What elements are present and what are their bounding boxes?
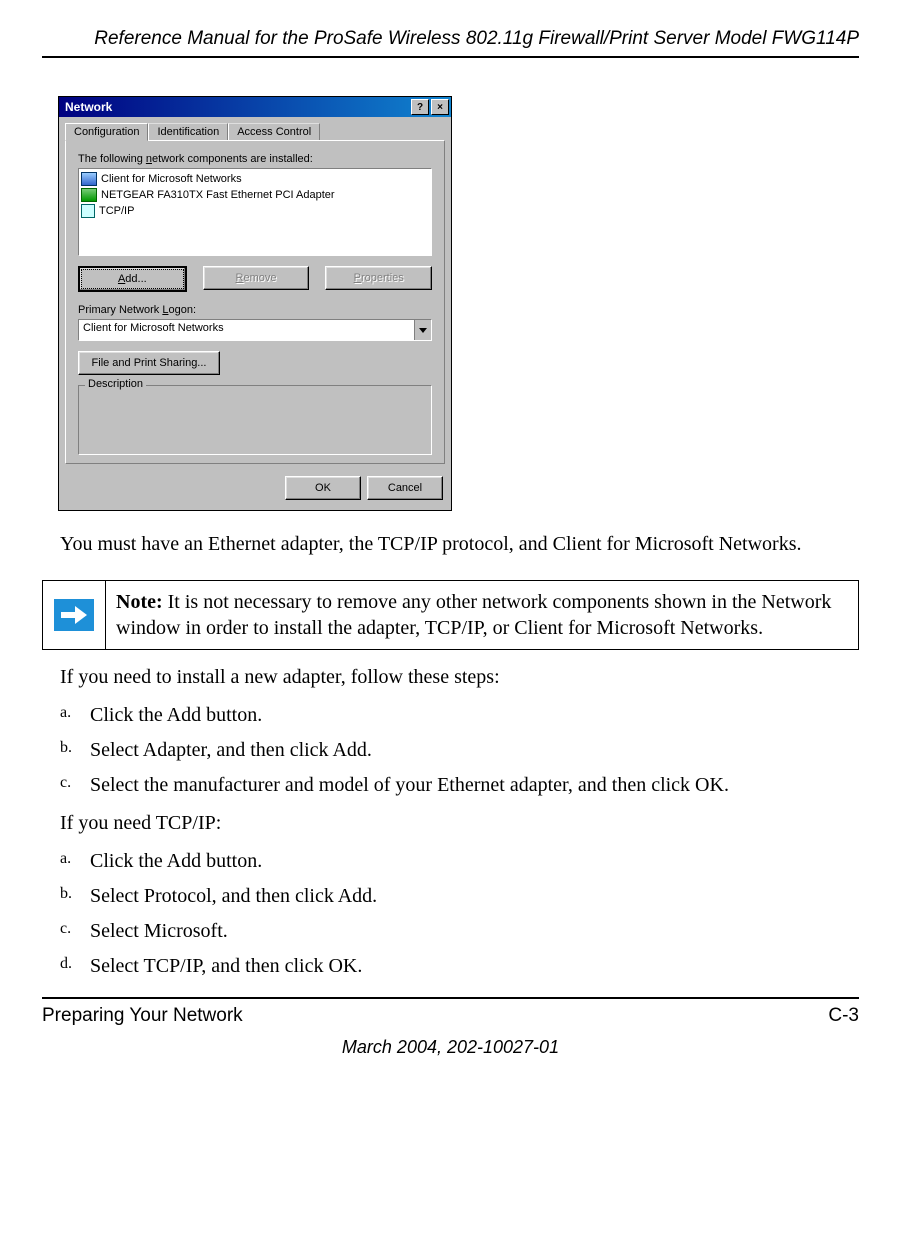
step-item: c.Select the manufacturer and model of y… bbox=[60, 771, 859, 800]
footer-section: Preparing Your Network bbox=[42, 1005, 243, 1027]
network-dialog: Network ? × Configuration Identification… bbox=[58, 96, 452, 511]
note-box: Note: It is not necessary to remove any … bbox=[42, 580, 859, 650]
paragraph-need-tcpip: If you need TCP/IP: bbox=[60, 810, 859, 837]
footer-rule bbox=[42, 997, 859, 999]
step-text: Select the manufacturer and model of you… bbox=[90, 771, 859, 800]
cancel-button[interactable]: Cancel bbox=[367, 476, 443, 500]
step-item: c.Select Microsoft. bbox=[60, 917, 859, 946]
footer-date: March 2004, 202-10027-01 bbox=[42, 1037, 859, 1058]
arrow-right-icon bbox=[54, 599, 94, 631]
step-text: Select Protocol, and then click Add. bbox=[90, 882, 859, 911]
chevron-down-icon bbox=[419, 326, 427, 334]
list-item[interactable]: NETGEAR FA310TX Fast Ethernet PCI Adapte… bbox=[81, 187, 429, 203]
tab-configuration[interactable]: Configuration bbox=[65, 123, 148, 141]
step-text: Select Microsoft. bbox=[90, 917, 859, 946]
header-rule bbox=[42, 56, 859, 58]
list-item-label: NETGEAR FA310TX Fast Ethernet PCI Adapte… bbox=[101, 189, 335, 201]
dropdown-button[interactable] bbox=[414, 320, 431, 340]
list-item[interactable]: TCP/IP bbox=[81, 203, 429, 219]
components-label: The following network components are ins… bbox=[78, 153, 432, 165]
running-header: Reference Manual for the ProSafe Wireles… bbox=[42, 28, 859, 50]
paragraph-must-have: You must have an Ethernet adapter, the T… bbox=[60, 531, 859, 558]
step-item: b.Select Adapter, and then click Add. bbox=[60, 736, 859, 765]
close-button[interactable]: × bbox=[431, 99, 449, 115]
list-item-label: Client for Microsoft Networks bbox=[101, 173, 242, 185]
file-print-sharing-button[interactable]: File and Print Sharing... bbox=[78, 351, 220, 375]
step-text: Click the Add button. bbox=[90, 847, 859, 876]
dialog-panel: The following network components are ins… bbox=[65, 140, 445, 464]
footer-page-number: C-3 bbox=[828, 1005, 859, 1027]
logon-combobox[interactable]: Client for Microsoft Networks bbox=[78, 319, 432, 341]
step-item: d.Select TCP/IP, and then click OK. bbox=[60, 952, 859, 981]
protocol-icon bbox=[81, 204, 95, 218]
description-groupbox: Description bbox=[78, 385, 432, 455]
properties-button[interactable]: Properties bbox=[325, 266, 432, 290]
step-text: Select Adapter, and then click Add. bbox=[90, 736, 859, 765]
ok-button[interactable]: OK bbox=[285, 476, 361, 500]
adapter-icon bbox=[81, 188, 97, 202]
tab-identification[interactable]: Identification bbox=[148, 123, 228, 140]
dialog-tabs: Configuration Identification Access Cont… bbox=[65, 123, 445, 140]
help-button[interactable]: ? bbox=[411, 99, 429, 115]
tab-access-control[interactable]: Access Control bbox=[228, 123, 320, 140]
paragraph-install-adapter: If you need to install a new adapter, fo… bbox=[60, 664, 859, 691]
components-listbox[interactable]: Client for Microsoft Networks NETGEAR FA… bbox=[78, 168, 432, 256]
step-text: Click the Add button. bbox=[90, 701, 859, 730]
note-icon-cell bbox=[43, 581, 106, 649]
list-item-label: TCP/IP bbox=[99, 205, 134, 217]
note-text: Note: It is not necessary to remove any … bbox=[106, 581, 858, 649]
add-button[interactable]: Add... bbox=[78, 266, 187, 292]
footer-row: Preparing Your Network C-3 bbox=[42, 1005, 859, 1027]
step-item: a.Click the Add button. bbox=[60, 701, 859, 730]
step-item: b.Select Protocol, and then click Add. bbox=[60, 882, 859, 911]
remove-button[interactable]: Remove bbox=[203, 266, 310, 290]
step-text: Select TCP/IP, and then click OK. bbox=[90, 952, 859, 981]
step-item: a.Click the Add button. bbox=[60, 847, 859, 876]
logon-value: Client for Microsoft Networks bbox=[79, 320, 414, 340]
dialog-titlebar: Network ? × bbox=[59, 97, 451, 117]
dialog-title: Network bbox=[65, 100, 112, 114]
client-icon bbox=[81, 172, 97, 186]
logon-label: Primary Network Logon: bbox=[78, 304, 432, 316]
list-item[interactable]: Client for Microsoft Networks bbox=[81, 171, 429, 187]
description-label: Description bbox=[85, 378, 146, 390]
